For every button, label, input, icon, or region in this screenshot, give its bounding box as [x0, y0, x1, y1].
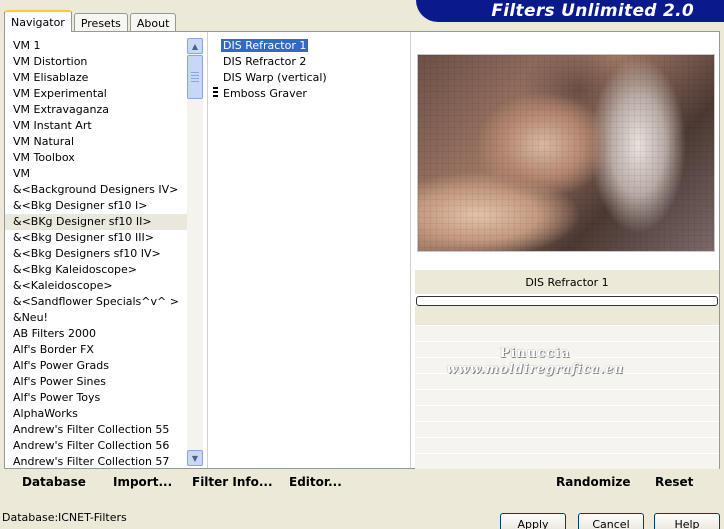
category-item[interactable]: VM 1 [5, 38, 187, 54]
param-row [415, 390, 719, 406]
action-bar: Database Import... Filter Info... Editor… [4, 469, 720, 495]
category-scrollbar[interactable]: ▲ ▼ [187, 38, 203, 466]
category-item[interactable]: Alf's Power Grads [5, 358, 187, 374]
filter-item-label: Emboss Graver [223, 87, 307, 100]
category-item[interactable]: &<Bkg Designers sf10 IV> [5, 246, 187, 262]
category-item[interactable]: Andrew's Filter Collection 56 [5, 438, 187, 454]
editor-button[interactable]: Editor... [289, 475, 342, 489]
filter-item[interactable]: DIS Warp (vertical) [217, 70, 407, 86]
app-title: Filters Unlimited 2.0 [491, 1, 694, 21]
filter-preview-image [417, 54, 715, 252]
filter-item[interactable]: DIS Refractor 1 [217, 38, 407, 54]
chevron-up-icon: ▲ [191, 41, 199, 51]
category-item[interactable]: &<Sandflower Specials^v^ > [5, 294, 187, 310]
filter-item-label: DIS Warp (vertical) [223, 71, 327, 84]
category-item[interactable]: Alf's Power Sines [5, 374, 187, 390]
tab-bar: Navigator Presets About [4, 10, 178, 32]
param-row [415, 358, 719, 374]
scroll-up-button[interactable]: ▲ [187, 38, 203, 54]
import-button[interactable]: Import... [113, 475, 172, 489]
filter-item-label: DIS Refractor 1 [221, 39, 309, 52]
category-item[interactable]: VM [5, 166, 187, 182]
category-item[interactable]: &Neu! [5, 310, 187, 326]
param-row [415, 422, 719, 438]
category-item[interactable]: &<Bkg Designer sf10 III> [5, 230, 187, 246]
category-item[interactable]: AB Filters 2000 [5, 326, 187, 342]
category-item[interactable]: VM Distortion [5, 54, 187, 70]
category-item[interactable]: &<Bkg Designer sf10 I> [5, 198, 187, 214]
category-item[interactable]: &<Background Designers IV> [5, 182, 187, 198]
reset-button[interactable]: Reset [655, 475, 693, 489]
progress-bar [416, 296, 718, 306]
category-item[interactable]: &<Bkg Kaleidoscope> [5, 262, 187, 278]
parameter-panel: DIS Refractor 1 [415, 270, 719, 470]
category-item[interactable]: VM Elisablaze [5, 70, 187, 86]
category-item[interactable]: Alf's Power Toys [5, 390, 187, 406]
scroll-down-button[interactable]: ▼ [187, 450, 203, 466]
param-row [415, 342, 719, 358]
param-row [415, 326, 719, 342]
chevron-down-icon: ▼ [191, 453, 199, 463]
category-item[interactable]: VM Toolbox [5, 150, 187, 166]
help-button[interactable]: Help [654, 513, 720, 529]
category-item[interactable]: &<BKg Designer sf10 II> [5, 214, 187, 230]
tab-navigator[interactable]: Navigator [4, 10, 72, 32]
filter-info-button[interactable]: Filter Info... [192, 475, 273, 489]
category-item[interactable]: Andrew's Filter Collection 57 [5, 454, 187, 468]
param-row [415, 438, 719, 454]
category-item[interactable]: &<Kaleidoscope> [5, 278, 187, 294]
filter-list[interactable]: DIS Refractor 1 DIS Refractor 2 DIS Warp (… [217, 38, 407, 102]
param-row [415, 454, 719, 470]
category-item[interactable]: VM Extravaganza [5, 102, 187, 118]
params-title: DIS Refractor 1 [415, 270, 719, 294]
category-item[interactable]: AlphaWorks [5, 406, 187, 422]
tab-presets[interactable]: Presets [73, 13, 128, 32]
navigator-panel: VM 1 VM Distortion VM Elisablaze VM Experim… [4, 31, 720, 470]
param-row [415, 406, 719, 422]
category-item[interactable]: Alf's Border FX [5, 342, 187, 358]
randomize-button[interactable]: Randomize [556, 475, 630, 489]
preview-divider [410, 32, 411, 468]
category-item[interactable]: Andrew's Filter Collection 55 [5, 422, 187, 438]
database-value: ICNET-Filters [58, 511, 127, 524]
apply-button[interactable]: Apply [500, 513, 566, 529]
category-list[interactable]: VM 1 VM Distortion VM Elisablaze VM Experim… [5, 32, 187, 468]
param-row [415, 374, 719, 390]
filter-item-label: DIS Refractor 2 [223, 55, 307, 68]
filter-item[interactable]: DIS Refractor 2 [217, 54, 407, 70]
cancel-button[interactable]: Cancel [578, 513, 644, 529]
database-label: Database: [2, 511, 59, 524]
database-button[interactable]: Database [22, 475, 86, 489]
category-item[interactable]: VM Instant Art [5, 118, 187, 134]
filter-item[interactable]: Emboss Graver [217, 86, 407, 102]
category-item[interactable]: VM Experimental [5, 86, 187, 102]
app-title-banner: Filters Unlimited 2.0 [416, 0, 724, 22]
scroll-thumb[interactable] [187, 55, 203, 99]
list-divider [207, 32, 208, 468]
param-row [415, 306, 719, 326]
tab-about[interactable]: About [129, 13, 177, 32]
status-database: Database:ICNET-Filters [2, 512, 127, 524]
category-item[interactable]: VM Natural [5, 134, 187, 150]
